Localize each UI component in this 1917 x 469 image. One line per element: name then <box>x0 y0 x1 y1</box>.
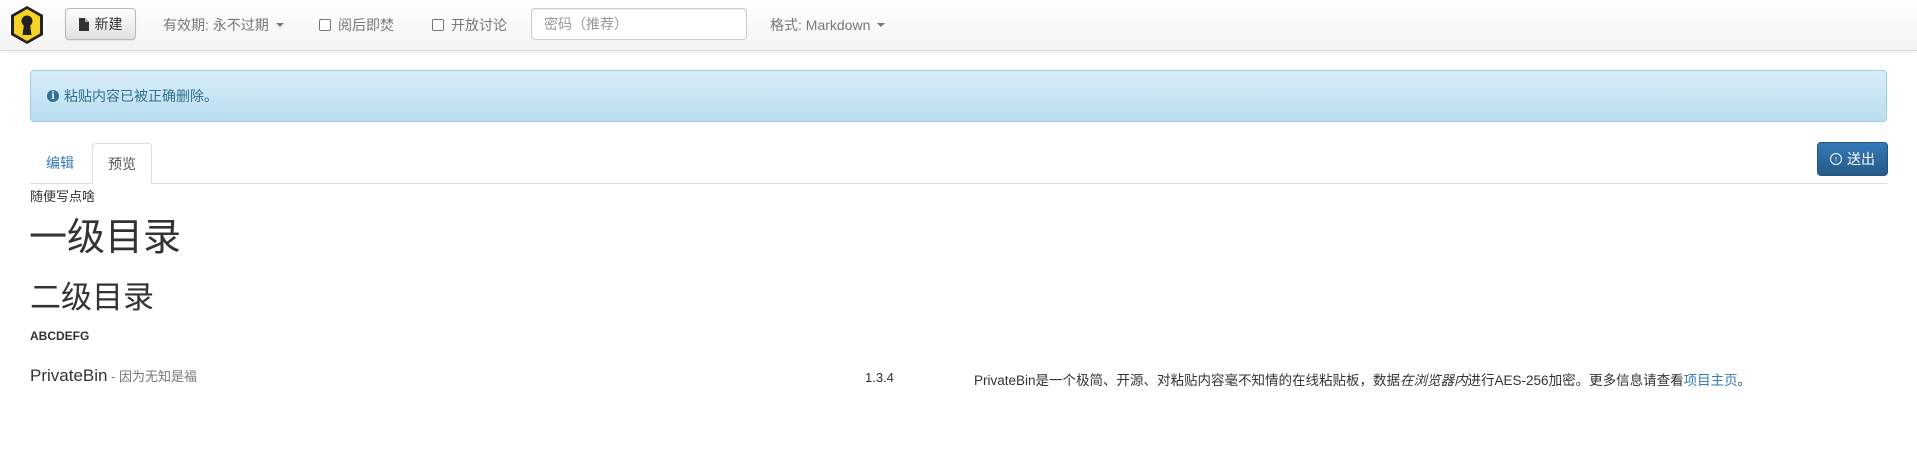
project-homepage-link[interactable]: 项目主页 <box>1684 373 1738 388</box>
expiration-label: 有效期: 永不过期 <box>163 17 269 33</box>
tab-edit[interactable]: 编辑 <box>30 143 90 183</box>
info-sign-icon: i <box>47 90 59 102</box>
open-discussion-label: 开放讨论 <box>451 17 507 33</box>
send-button[interactable]: ↑ 送出 <box>1817 142 1888 176</box>
about-text-middle: 进行AES-256加密。更多信息请查看 <box>1467 373 1684 388</box>
tab-preview[interactable]: 预览 <box>92 143 152 184</box>
about-text-end: 。 <box>1737 373 1752 388</box>
brand-tagline: - 因为无知是福 <box>107 369 198 384</box>
about-text-emphasis: 在浏览器内 <box>1400 373 1468 388</box>
burn-after-reading-checkbox[interactable] <box>319 19 331 31</box>
chevron-down-icon <box>877 23 886 27</box>
privatebin-logo-icon[interactable] <box>8 5 46 45</box>
preview-paragraph: 随便写点啥 <box>30 189 96 204</box>
status-alert: i 粘贴内容已被正确删除。 <box>30 70 1887 122</box>
version-number: 1.3.4 <box>865 370 894 385</box>
about-text-start: PrivateBin是一个极简、开源、对粘贴内容毫不知情的在线粘贴板，数据 <box>974 373 1401 388</box>
send-button-label: 送出 <box>1847 151 1875 167</box>
brand-name: PrivateBin <box>30 366 108 385</box>
password-input[interactable] <box>531 8 747 40</box>
new-paste-button[interactable]: 新建 <box>65 8 136 40</box>
open-discussion-checkbox[interactable] <box>432 19 444 31</box>
format-label: 格式: Markdown <box>770 17 871 33</box>
alert-message: 粘贴内容已被正确删除。 <box>64 88 218 104</box>
file-icon <box>78 17 89 31</box>
burn-after-reading-label: 阅后即焚 <box>338 17 394 33</box>
upload-circle-icon: ↑ <box>1830 153 1842 165</box>
tabs-divider <box>30 183 1887 184</box>
navbar: 新建 有效期: 永不过期 阅后即焚 开放讨论 格式: Markdown <box>0 0 1917 51</box>
format-dropdown[interactable]: 格式: Markdown <box>770 15 886 35</box>
burn-after-reading-option[interactable]: 阅后即焚 <box>319 15 394 35</box>
preview-heading-2: 二级目录 <box>30 280 154 315</box>
preview-heading-1: 一级目录 <box>29 217 182 259</box>
preview-heading-6: ABCDEFG <box>30 329 90 343</box>
chevron-down-icon <box>275 23 284 27</box>
expiration-dropdown[interactable]: 有效期: 永不过期 <box>163 15 284 35</box>
open-discussion-option[interactable]: 开放讨论 <box>432 15 507 35</box>
about-text: PrivateBin是一个极简、开源、对粘贴内容毫不知情的在线粘贴板，数据在浏览… <box>974 369 1751 389</box>
footer-brand: PrivateBin - 因为无知是福 <box>30 366 197 386</box>
new-button-label: 新建 <box>94 16 123 32</box>
